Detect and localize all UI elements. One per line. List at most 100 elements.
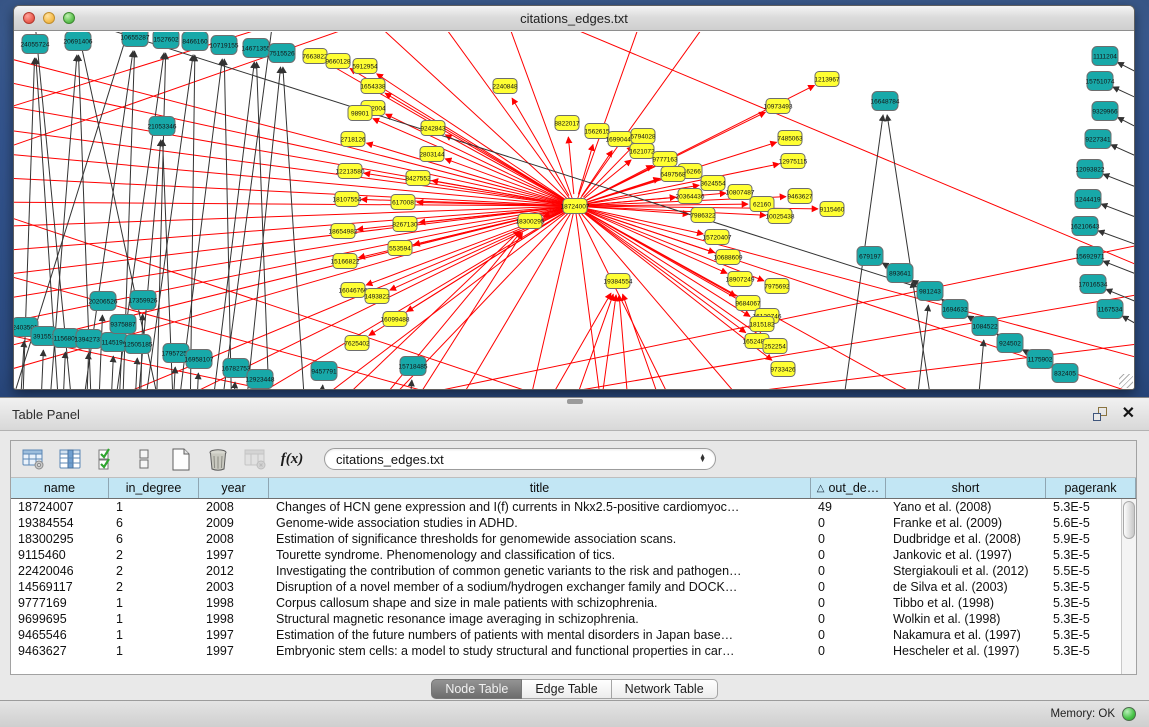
table-row[interactable]: 1938455462009Genome-wide association stu…	[11, 515, 1136, 531]
graph-node[interactable]: 20691406	[64, 32, 93, 51]
table-settings-icon[interactable]	[20, 446, 46, 472]
table-cell[interactable]: 1	[109, 627, 199, 643]
graph-node[interactable]: 7975692	[764, 279, 790, 294]
column-header-title[interactable]: title	[269, 478, 811, 498]
graph-node[interactable]: 24055724	[21, 35, 50, 54]
table-cell[interactable]: 1	[109, 643, 199, 659]
table-cell[interactable]: 18300295	[11, 531, 109, 547]
table-cell[interactable]: 1	[109, 595, 199, 611]
table-row[interactable]: 1830029562008Estimation of significance …	[11, 531, 1136, 547]
graph-node[interactable]: 6497568	[660, 167, 686, 182]
table-cell[interactable]: 2008	[199, 531, 269, 547]
table-cell[interactable]: Estimation of significance thresholds fo…	[269, 531, 811, 547]
table-cell[interactable]: Tibbo et al. (1998)	[886, 595, 1046, 611]
table-cell[interactable]: 6	[109, 531, 199, 547]
table-cell[interactable]: Investigating the contribution of common…	[269, 563, 811, 579]
graph-node[interactable]: 7663822	[302, 49, 328, 64]
graph-edge[interactable]	[1117, 117, 1134, 136]
graph-node[interactable]: 18907249	[726, 272, 755, 287]
graph-node[interactable]: 15166822	[331, 254, 360, 269]
table-cell[interactable]: 19384554	[11, 515, 109, 531]
table-cell[interactable]: 1	[109, 611, 199, 627]
table-cell[interactable]: Nakamura et al. (1997)	[886, 627, 1046, 643]
tab-node-table[interactable]: Node Table	[431, 679, 522, 699]
table-cell[interactable]: 2009	[199, 515, 269, 531]
table-cell[interactable]: Yano et al. (2008)	[886, 499, 1046, 515]
graph-node[interactable]: 679197	[857, 247, 883, 266]
graph-edge[interactable]	[976, 340, 984, 389]
graph-node[interactable]: 18724007	[561, 199, 590, 214]
table-row[interactable]: 2242004622012Investigating the contribut…	[11, 563, 1136, 579]
table-row[interactable]: 1872400712008Changes of HCN gene express…	[11, 499, 1136, 515]
graph-node[interactable]: 2240848	[492, 79, 518, 94]
graph-node[interactable]: 981243	[917, 282, 943, 301]
row-height-icon[interactable]	[131, 446, 157, 472]
graph-edge[interactable]	[575, 206, 1134, 362]
graph-edge[interactable]	[257, 62, 270, 389]
graph-node[interactable]: 9227341	[1085, 130, 1111, 149]
column-header-year[interactable]: year	[199, 478, 269, 498]
table-cell[interactable]: 2008	[199, 499, 269, 515]
graph-node[interactable]: 20206526	[89, 292, 118, 311]
table-cell[interactable]: 0	[811, 531, 886, 547]
column-header-in_degree[interactable]: in_degree	[109, 478, 199, 498]
table-cell[interactable]: Wolkin et al. (1998)	[886, 611, 1046, 627]
graph-node[interactable]: 19384554	[604, 274, 633, 289]
network-canvas[interactable]: 1872400792428432803144842755261700882671…	[14, 32, 1134, 389]
table-cell[interactable]: 22420046	[11, 563, 109, 579]
graph-node[interactable]: 1654338	[360, 79, 386, 94]
table-cell[interactable]: 1997	[199, 547, 269, 563]
graph-node[interactable]: 16958107	[185, 350, 214, 369]
table-cell[interactable]: 2	[109, 563, 199, 579]
window-resize-grip[interactable]	[1119, 374, 1133, 388]
table-cell[interactable]: 2003	[199, 579, 269, 595]
graph-node[interactable]: 10025438	[766, 209, 795, 224]
graph-node[interactable]: 252254	[763, 339, 787, 354]
graph-node[interactable]: 12975115	[779, 154, 808, 169]
graph-edge[interactable]	[619, 295, 630, 389]
graph-node[interactable]: 10688609	[714, 250, 743, 265]
graph-node[interactable]: 1621072	[629, 144, 655, 159]
graph-edge[interactable]	[14, 127, 575, 206]
graph-node[interactable]: 893641	[887, 264, 913, 283]
graph-node[interactable]: 18107554	[333, 192, 362, 207]
graph-edge[interactable]	[534, 293, 611, 389]
graph-edge[interactable]	[1098, 231, 1134, 251]
graph-node[interactable]: 5912954	[352, 59, 378, 74]
table-row[interactable]: 977716911998Corpus callosum shape and si…	[11, 595, 1136, 611]
float-panel-icon[interactable]	[1093, 407, 1107, 421]
table-cell[interactable]: 18724007	[11, 499, 109, 515]
graph-node[interactable]: 13942737	[75, 330, 104, 349]
close-window-button[interactable]	[23, 12, 35, 24]
graph-node[interactable]: 10719155	[210, 36, 239, 55]
graph-node[interactable]: 3624554	[700, 176, 726, 191]
close-panel-icon[interactable]: ✕	[1122, 407, 1135, 421]
graph-edge[interactable]	[190, 55, 195, 389]
graph-edge[interactable]	[1103, 174, 1134, 194]
graph-node[interactable]: 17016534	[1079, 275, 1108, 294]
graph-node[interactable]: 20364436	[676, 189, 705, 204]
graph-edge[interactable]	[1111, 145, 1134, 164]
graph-edge[interactable]	[319, 385, 323, 389]
graph-node[interactable]: 10973493	[764, 99, 793, 114]
column-header-name[interactable]: name	[11, 478, 109, 498]
table-cell[interactable]: Structural magnetic resonance image aver…	[269, 611, 811, 627]
graph-node[interactable]: 10807487	[726, 185, 755, 200]
graph-node[interactable]: 7515526	[269, 44, 295, 63]
graph-node[interactable]: 16210643	[1071, 217, 1100, 236]
table-row[interactable]: 946362711997Embryonic stem cells: a mode…	[11, 643, 1136, 659]
table-cell[interactable]: 2	[109, 579, 199, 595]
table-cell[interactable]: 9115460	[11, 547, 109, 563]
table-cell[interactable]: Changes of HCN gene expression and I(f) …	[269, 499, 811, 515]
graph-node[interactable]: 1175902	[1027, 350, 1053, 369]
table-cell[interactable]: Corpus callosum shape and size in male p…	[269, 595, 811, 611]
table-cell[interactable]: Hescheler et al. (1997)	[886, 643, 1046, 659]
graph-edge[interactable]	[210, 62, 254, 389]
graph-edge[interactable]	[914, 305, 928, 389]
graph-node[interactable]: 9329966	[1092, 102, 1118, 121]
table-cell[interactable]: Franke et al. (2009)	[886, 515, 1046, 531]
graph-edge[interactable]	[586, 210, 764, 280]
table-cell[interactable]: 1	[109, 499, 199, 515]
table-cell[interactable]: 0	[811, 643, 886, 659]
tab-network-table[interactable]: Network Table	[612, 679, 718, 699]
